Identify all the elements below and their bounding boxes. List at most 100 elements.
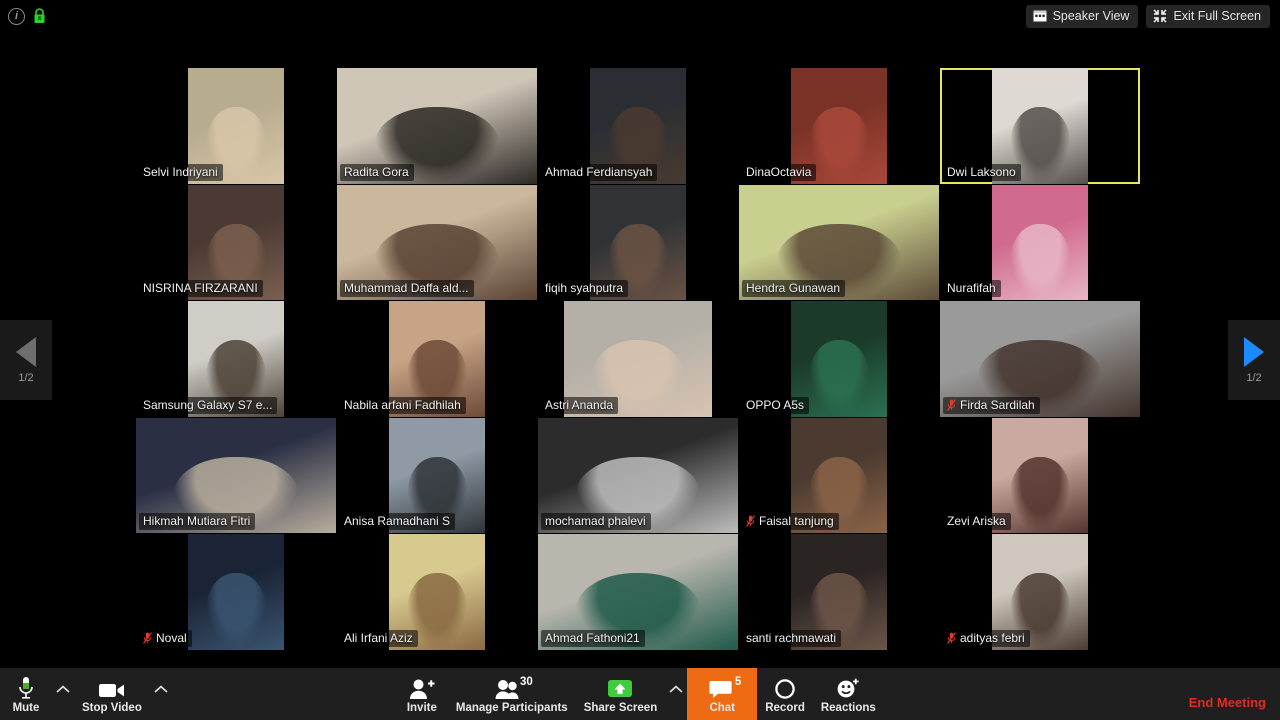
participant-tile[interactable]: Ali Irfani Aziz (337, 534, 537, 650)
participant-name-label: Radita Gora (344, 164, 409, 179)
top-bar: i Speaker View Exit Full Screen (0, 0, 1280, 32)
participant-name-label: Astri Ananda (545, 397, 614, 412)
participant-nameplate: Anisa Ramadhani S (340, 513, 456, 530)
participant-name-label: Firda Sardilah (960, 397, 1035, 412)
participant-tile[interactable]: Samsung Galaxy S7 e... (136, 301, 336, 417)
encryption-lock-icon[interactable] (33, 8, 46, 24)
participant-tile[interactable]: Selvi Indriyani (136, 68, 336, 184)
arrows-inward-icon (1153, 9, 1167, 23)
participant-tile[interactable]: NISRINA FIRZARANI (136, 184, 336, 300)
manage-participants-button[interactable]: 30 Manage Participants (448, 668, 576, 720)
participant-figure (206, 573, 266, 650)
participant-name-label: Ahmad Ferdiansyah (545, 164, 653, 179)
participant-name-label: santi rachmawati (746, 630, 837, 645)
participant-name-label: Ali Irfani Aziz (344, 630, 413, 645)
participant-nameplate: Radita Gora (340, 163, 414, 181)
participants-icon: 30 (495, 674, 533, 700)
chat-button[interactable]: 5 Chat (687, 668, 758, 720)
video-options-caret[interactable] (150, 668, 172, 720)
participant-nameplate: Selvi Indriyani (139, 163, 223, 181)
participant-tile[interactable]: Hendra Gunawan (739, 184, 939, 300)
invite-label: Invite (406, 702, 437, 714)
next-page-button[interactable]: 1/2 (1228, 320, 1280, 400)
participant-tile[interactable]: DinaOctavia (739, 68, 939, 184)
participant-tile[interactable]: Ahmad Fathoni21 (538, 534, 738, 650)
participant-figure (809, 107, 869, 184)
toolbar-spacer-left-2 (228, 668, 284, 720)
participants-count-badge: 30 (519, 676, 533, 688)
participant-name-label: Zevi Ariska (947, 514, 1006, 528)
video-camera-icon (98, 674, 126, 700)
share-screen-label: Share Screen (583, 702, 658, 714)
participant-tile[interactable]: Noval (136, 534, 336, 650)
participant-tile[interactable]: Astri Ananda (538, 301, 738, 417)
participant-nameplate: Samsung Galaxy S7 e... (139, 396, 278, 414)
record-button[interactable]: Record (757, 668, 813, 720)
meeting-toolbar: Mute Stop Video Invite 30 Manage Partici… (0, 668, 1280, 720)
participant-tile[interactable]: Firda Sardilah (940, 301, 1140, 417)
participant-tile[interactable]: Nabila arfani Fadhilah (337, 301, 537, 417)
muted-microphone-icon (947, 398, 956, 411)
participant-name-label: NISRINA FIRZARANI (143, 281, 258, 295)
stop-video-label: Stop Video (82, 702, 142, 714)
participant-nameplate: adityas febri (943, 629, 1030, 647)
participant-figure (1010, 456, 1070, 533)
participant-tile[interactable]: mochamad phalevi (538, 417, 738, 533)
stop-video-button[interactable]: Stop Video (74, 668, 150, 720)
participant-nameplate: Noval (139, 629, 192, 647)
participant-name-label: Ahmad Fathoni21 (545, 630, 640, 645)
participant-name-label: Hendra Gunawan (746, 281, 841, 295)
top-bar-left-icons: i (0, 7, 46, 25)
add-person-icon (409, 674, 435, 700)
mute-button[interactable]: Mute (0, 668, 52, 720)
participant-tile[interactable]: Radita Gora (337, 68, 537, 184)
participant-nameplate: OPPO A5s (742, 396, 810, 414)
participant-tile[interactable]: santi rachmawati (739, 534, 939, 650)
participant-tile[interactable]: Nurafifah (940, 184, 1140, 300)
participant-tile[interactable]: fiqih syahputra (538, 184, 738, 300)
toolbar-spacer-left-3 (284, 668, 340, 720)
info-icon[interactable]: i (8, 7, 25, 25)
participant-nameplate: Zevi Ariska (943, 513, 1011, 530)
participant-tile[interactable]: Ahmad Ferdiansyah (538, 68, 738, 184)
participant-tile[interactable]: Hikmah Mutiara Fitri (136, 417, 336, 533)
previous-page-button[interactable]: 1/2 (0, 320, 52, 400)
participant-name-label: Faisal tanjung (759, 514, 834, 528)
participant-nameplate: fiqih syahputra (541, 280, 629, 297)
audio-options-caret[interactable] (52, 668, 74, 720)
participant-name-label: DinaOctavia (746, 164, 812, 179)
record-label: Record (765, 702, 805, 714)
muted-microphone-icon (947, 631, 956, 644)
chat-bubble-icon: 5 (709, 674, 741, 700)
participant-tile[interactable]: Zevi Ariska (940, 417, 1140, 533)
participant-name-label: mochamad phalevi (545, 514, 646, 528)
chevron-right-icon (1244, 336, 1264, 367)
participant-nameplate: Ali Irfani Aziz (340, 629, 418, 647)
participant-nameplate: Ahmad Fathoni21 (541, 629, 645, 647)
share-options-caret[interactable] (665, 668, 687, 720)
participant-nameplate: Nabila arfani Fadhilah (340, 396, 466, 414)
reactions-smiley-icon (835, 674, 861, 700)
speaker-view-button[interactable]: Speaker View (1025, 4, 1139, 28)
participant-gallery-grid: Selvi Indriyani Radita Gora Ahmad Ferdians… (136, 68, 1144, 652)
participant-video (188, 534, 284, 650)
participant-tile[interactable]: adityas febri (940, 534, 1140, 650)
participant-figure (1010, 223, 1070, 300)
invite-button[interactable]: Invite (396, 668, 448, 720)
participant-name-label: Hikmah Mutiara Fitri (143, 514, 251, 528)
participant-tile[interactable]: Faisal tanjung (739, 417, 939, 533)
participant-tile[interactable]: Dwi Laksono (940, 68, 1140, 184)
participant-tile[interactable]: Muhammad Daffa ald... (337, 184, 537, 300)
participant-nameplate: Firda Sardilah (943, 396, 1040, 414)
exit-full-screen-button[interactable]: Exit Full Screen (1146, 4, 1270, 28)
participant-tile[interactable]: OPPO A5s (739, 301, 939, 417)
chat-unread-badge: 5 (734, 676, 742, 688)
participant-tile[interactable]: Anisa Ramadhani S (337, 417, 537, 533)
participant-name-label: Nabila arfani Fadhilah (344, 397, 461, 412)
end-meeting-button[interactable]: End Meeting (1189, 695, 1280, 720)
reactions-button[interactable]: Reactions (813, 668, 884, 720)
reactions-label: Reactions (820, 702, 876, 714)
share-screen-icon (605, 674, 635, 700)
participant-name-label: Samsung Galaxy S7 e... (143, 397, 273, 412)
share-screen-button[interactable]: Share Screen (576, 668, 666, 720)
